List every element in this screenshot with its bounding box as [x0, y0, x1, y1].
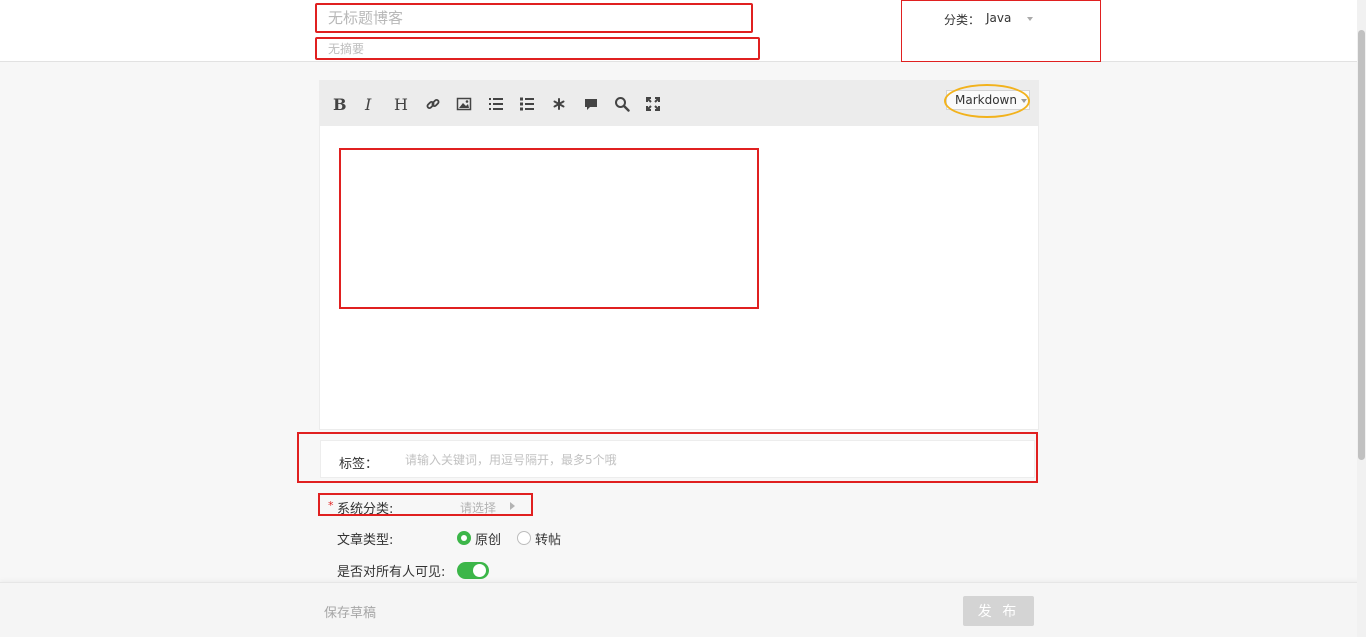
visibility-label: 是否对所有人可见:: [337, 565, 446, 580]
summary-input[interactable]: [315, 37, 760, 60]
chevron-down-icon[interactable]: [1027, 17, 1033, 21]
ordered-list-icon[interactable]: [485, 93, 507, 115]
save-draft-button[interactable]: 保存草稿: [324, 602, 376, 621]
editor-toolbar: B I H Markdown: [320, 81, 1038, 126]
search-icon[interactable]: [611, 93, 633, 115]
unordered-list-icon[interactable]: [516, 93, 538, 115]
editor-mode-label: Markdown: [955, 93, 1017, 107]
heading-icon[interactable]: H: [390, 93, 412, 115]
footer-bar: 保存草稿 发 布: [0, 582, 1366, 637]
system-category-label: 系统分类:: [337, 502, 394, 517]
radio-original[interactable]: [457, 531, 471, 545]
article-type-label: 文章类型:: [337, 533, 394, 548]
tags-field: 标签：: [320, 440, 1035, 478]
image-icon[interactable]: [453, 93, 475, 115]
radio-repost[interactable]: [517, 531, 531, 545]
radio-repost-label[interactable]: 转帖: [535, 529, 561, 548]
system-category-select[interactable]: 请选择: [460, 499, 496, 516]
category-selector[interactable]: 分类： Java: [901, 0, 1101, 62]
required-mark: *: [328, 499, 334, 512]
scrollbar[interactable]: [1357, 0, 1366, 637]
bold-icon[interactable]: B: [327, 93, 349, 115]
tags-input[interactable]: [399, 449, 999, 471]
system-category-row: * 系统分类: 请选择: [318, 493, 533, 517]
italic-icon[interactable]: I: [358, 93, 380, 115]
category-value[interactable]: Java: [986, 11, 1011, 25]
content-editor-area[interactable]: [339, 148, 759, 309]
caret-right-icon[interactable]: [510, 502, 515, 510]
category-label: 分类：: [944, 13, 981, 27]
toggle-knob: [473, 564, 486, 577]
svg-text:I: I: [364, 96, 372, 112]
editor-mode-select[interactable]: Markdown: [946, 90, 1030, 110]
publish-button[interactable]: 发 布: [963, 596, 1034, 626]
visibility-toggle[interactable]: [457, 562, 489, 579]
link-icon[interactable]: [422, 93, 444, 115]
quote-icon[interactable]: [580, 93, 602, 115]
code-icon[interactable]: [548, 93, 570, 115]
svg-text:H: H: [394, 96, 408, 112]
fullscreen-icon[interactable]: [642, 93, 664, 115]
scrollbar-thumb[interactable]: [1358, 30, 1365, 460]
chevron-down-icon: [1021, 99, 1027, 103]
svg-text:B: B: [333, 96, 346, 112]
tags-label: 标签：: [339, 457, 379, 472]
radio-original-label[interactable]: 原创: [475, 529, 501, 548]
title-input[interactable]: [315, 3, 753, 33]
tags-section: 标签：: [297, 432, 1038, 483]
